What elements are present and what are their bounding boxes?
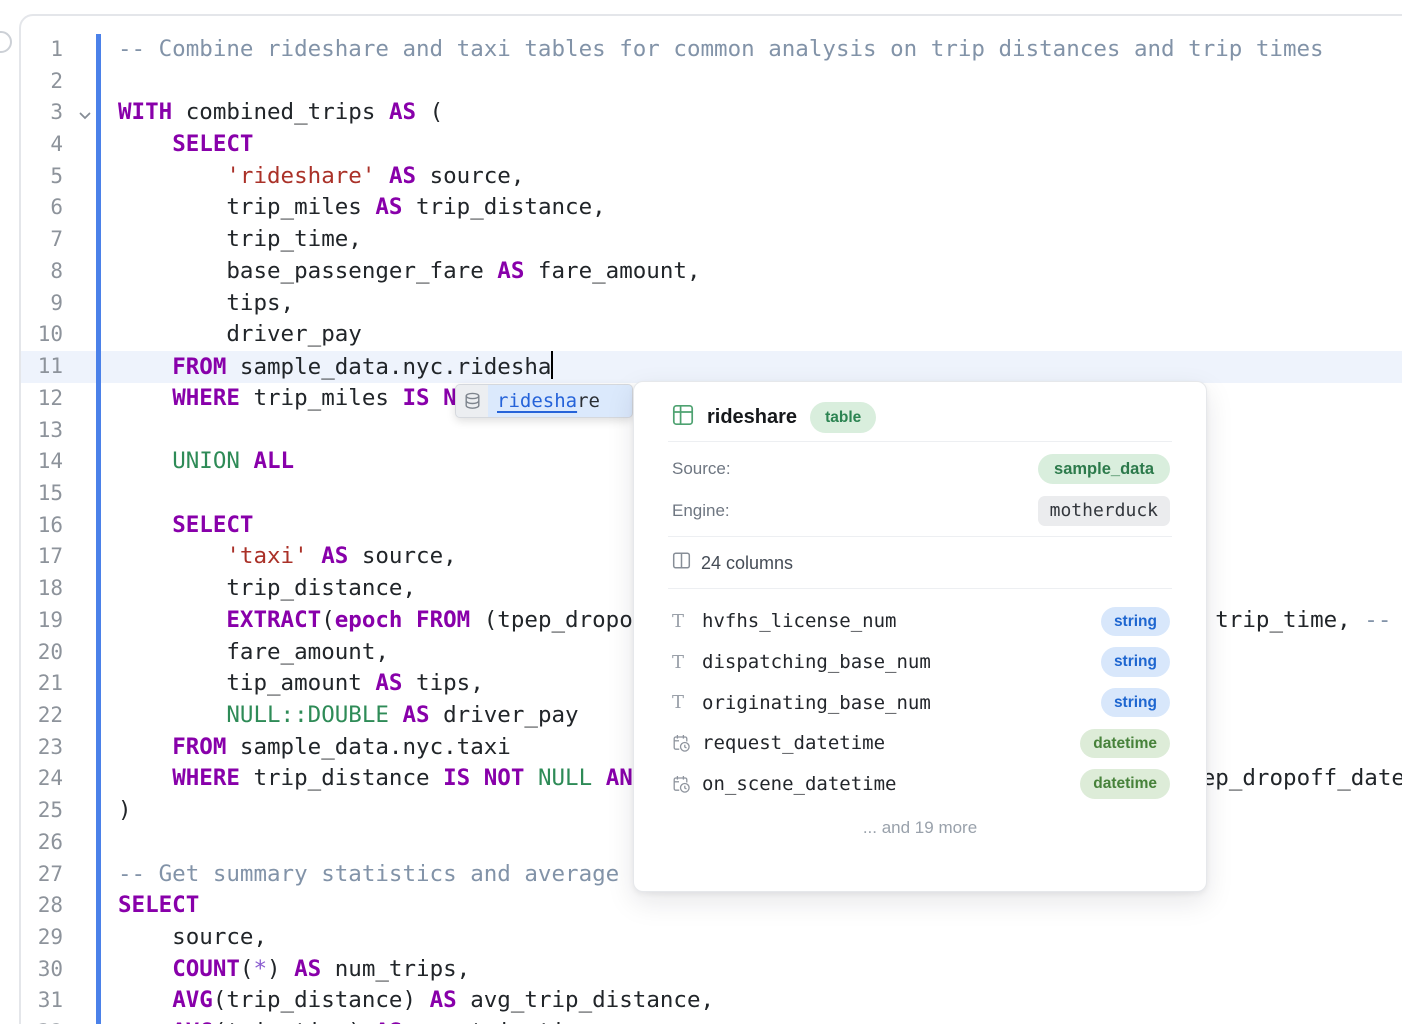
column-name: dispatching_base_num: [702, 651, 1101, 673]
line-number[interactable]: 19: [0, 605, 63, 637]
line-number[interactable]: 29: [0, 922, 63, 954]
database-icon: [456, 385, 488, 417]
line-number[interactable]: 4: [0, 129, 63, 161]
columns-icon: [672, 551, 691, 575]
table-info-popup: rideshare table Source: sample_data Engi…: [633, 381, 1207, 892]
line-number[interactable]: 27: [0, 859, 63, 891]
line-number[interactable]: 16: [0, 510, 63, 542]
line-number[interactable]: 11: [0, 351, 63, 383]
line-number[interactable]: 10: [0, 319, 63, 351]
line-number[interactable]: 15: [0, 478, 63, 510]
line-number[interactable]: 32: [0, 1017, 63, 1024]
columns-count-row: 24 columns: [634, 537, 1206, 588]
active-block-indicator: [96, 34, 101, 1024]
line-number[interactable]: 3: [0, 97, 63, 129]
line-number[interactable]: 9: [0, 288, 63, 320]
line-number[interactable]: 13: [0, 415, 63, 447]
line-number[interactable]: 30: [0, 954, 63, 986]
code-line[interactable]: base_passenger_fare AS fare_amount,: [118, 256, 1402, 288]
code-line[interactable]: AVG(trip_distance) AS avg_trip_distance,: [118, 985, 1402, 1017]
line-number[interactable]: 1: [0, 34, 63, 66]
engine-label: Engine:: [672, 501, 730, 521]
line-number[interactable]: 21: [0, 668, 63, 700]
line-number[interactable]: 24: [0, 763, 63, 795]
line-number[interactable]: 14: [0, 446, 63, 478]
line-number[interactable]: 5: [0, 161, 63, 193]
gutter: 1234567891011121314151617181920212223242…: [0, 34, 63, 1024]
column-type-badge: string: [1101, 607, 1170, 637]
line-number[interactable]: 23: [0, 732, 63, 764]
source-value-badge: sample_data: [1038, 454, 1170, 485]
line-number[interactable]: 7: [0, 224, 63, 256]
column-name: request_datetime: [702, 732, 1080, 754]
table-type-badge: table: [810, 402, 876, 434]
line-number[interactable]: 12: [0, 383, 63, 415]
code-line[interactable]: driver_pay: [118, 319, 1402, 351]
column-row: request_datetimedatetime: [672, 723, 1170, 764]
datetime-type-icon: [672, 775, 702, 794]
text-cursor: [551, 351, 553, 379]
source-row: Source: sample_data: [672, 448, 1170, 490]
code-line[interactable]: source,: [118, 922, 1402, 954]
line-number[interactable]: 26: [0, 827, 63, 859]
line-number[interactable]: 20: [0, 637, 63, 669]
more-columns-text: ... and 19 more: [634, 818, 1206, 838]
table-icon: [672, 404, 694, 431]
line-number[interactable]: 2: [0, 66, 63, 98]
column-type-badge: string: [1101, 647, 1170, 677]
fold-chevron-icon[interactable]: [78, 106, 92, 125]
code-line[interactable]: 'rideshare' AS source,: [118, 161, 1402, 193]
autocomplete-match-text: ridesha: [497, 390, 577, 412]
code-line[interactable]: trip_time,: [118, 224, 1402, 256]
popup-table-name: rideshare: [707, 406, 797, 429]
line-number[interactable]: 6: [0, 192, 63, 224]
line-number[interactable]: 17: [0, 541, 63, 573]
line-number[interactable]: 8: [0, 256, 63, 288]
string-type-icon: T: [672, 652, 702, 673]
code-line[interactable]: -- Combine rideshare and taxi tables for…: [118, 34, 1402, 66]
sql-editor-screen: 1234567891011121314151617181920212223242…: [0, 0, 1402, 1024]
autocomplete-dropdown[interactable]: rideshare: [455, 384, 633, 418]
column-row: on_scene_datetimedatetime: [672, 764, 1170, 805]
line-number[interactable]: 18: [0, 573, 63, 605]
code-line[interactable]: FROM sample_data.nyc.ridesha: [118, 351, 1402, 383]
string-type-icon: T: [672, 692, 702, 713]
autocomplete-item-rideshare[interactable]: rideshare: [488, 385, 632, 417]
datetime-type-icon: [672, 734, 702, 753]
columns-count-text: 24 columns: [701, 553, 793, 574]
column-name: originating_base_num: [702, 692, 1101, 714]
popup-info-section: Source: sample_data Engine: motherduck: [634, 442, 1206, 536]
line-number[interactable]: 22: [0, 700, 63, 732]
popup-columns-list: Thvfhs_license_numstringTdispatching_bas…: [634, 589, 1206, 804]
autocomplete-rest-text: re: [577, 390, 600, 412]
column-name: hvfhs_license_num: [702, 610, 1101, 632]
code-line[interactable]: WITH combined_trips AS (: [118, 97, 1402, 129]
line-number[interactable]: 25: [0, 795, 63, 827]
string-type-icon: T: [672, 611, 702, 632]
column-name: on_scene_datetime: [702, 773, 1080, 795]
line-number[interactable]: 28: [0, 890, 63, 922]
engine-value-badge: motherduck: [1038, 496, 1170, 526]
popup-header: rideshare table: [634, 382, 1206, 427]
column-type-badge: datetime: [1080, 769, 1170, 799]
column-row: Thvfhs_license_numstring: [672, 601, 1170, 642]
code-line[interactable]: SELECT: [118, 890, 1402, 922]
code-line[interactable]: AVG(trip_time) AS avg_trip_time,: [118, 1017, 1402, 1024]
column-type-badge: datetime: [1080, 729, 1170, 759]
line-number[interactable]: 31: [0, 985, 63, 1017]
code-line[interactable]: trip_miles AS trip_distance,: [118, 192, 1402, 224]
code-line[interactable]: [118, 66, 1402, 98]
column-row: Tdispatching_base_numstring: [672, 642, 1170, 683]
code-line[interactable]: tips,: [118, 288, 1402, 320]
column-row: Toriginating_base_numstring: [672, 682, 1170, 723]
column-type-badge: string: [1101, 688, 1170, 718]
code-line[interactable]: SELECT: [118, 129, 1402, 161]
code-line[interactable]: COUNT(*) AS num_trips,: [118, 954, 1402, 986]
source-label: Source:: [672, 459, 731, 479]
engine-row: Engine: motherduck: [672, 490, 1170, 532]
